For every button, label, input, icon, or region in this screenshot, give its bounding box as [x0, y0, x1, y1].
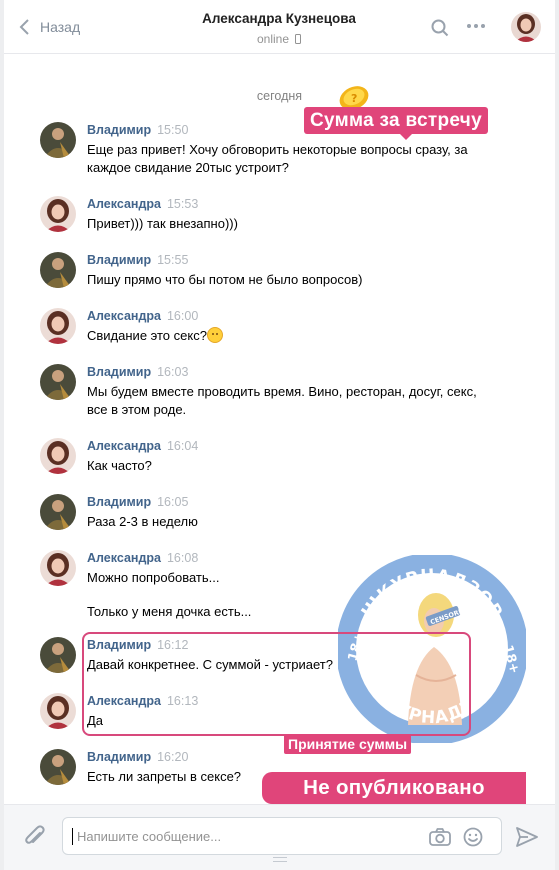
camera-icon[interactable]	[429, 828, 451, 851]
message-time: 15:53	[166, 197, 199, 211]
message-text: Как часто?	[87, 458, 152, 473]
avatar[interactable]	[40, 693, 76, 729]
message-author[interactable]: Владимир	[87, 123, 151, 137]
message-text: Пишу прямо что бы потом не было вопросов…	[87, 272, 363, 287]
message-header: Владимир 15:50	[87, 123, 188, 137]
message-time: 16:08	[166, 551, 199, 565]
message-author[interactable]: Владимир	[87, 750, 151, 764]
chevron-left-icon	[19, 19, 29, 35]
message-header: Владимир 16:03	[87, 365, 188, 379]
input-placeholder: Напишите сообщение...	[77, 829, 222, 844]
highlight-frame	[82, 632, 471, 736]
search-icon[interactable]	[431, 19, 449, 42]
avatar[interactable]	[40, 122, 76, 158]
chat-window: Назад Александра Кузнецова online сегодн…	[4, 0, 555, 870]
avatar[interactable]	[40, 438, 76, 474]
avatar[interactable]	[40, 550, 76, 586]
message-time: 16:03	[157, 365, 189, 379]
message-text: Свидание это секс?	[87, 327, 487, 345]
message-author[interactable]: Александра	[87, 551, 161, 565]
message-text: Мы будем вместе проводить время. Вино, р…	[87, 384, 477, 417]
mobile-phone-icon	[295, 34, 302, 44]
message-input[interactable]: Напишите сообщение...	[62, 817, 502, 855]
more-options-icon[interactable]	[467, 24, 485, 28]
message-time: 16:20	[157, 750, 189, 764]
message-author[interactable]: Александра	[87, 309, 161, 323]
resize-handle[interactable]	[273, 857, 287, 862]
message-author[interactable]: Александра	[87, 197, 161, 211]
message-header: Александра 15:53	[87, 197, 198, 211]
status-text: online	[256, 32, 290, 46]
message-header: Владимир 16:20	[87, 750, 188, 764]
date-separator: сегодня	[256, 89, 303, 103]
avatar[interactable]	[40, 252, 76, 288]
paperclip-icon[interactable]	[24, 825, 46, 854]
message-author[interactable]: Александра	[87, 439, 161, 453]
svg-text:?: ?	[351, 92, 357, 105]
chat-title-block[interactable]: Александра Кузнецова online	[144, 11, 414, 46]
back-button[interactable]: Назад	[18, 17, 80, 37]
chat-header: Назад Александра Кузнецова online	[4, 0, 555, 54]
message-header: Владимир 16:05	[87, 495, 188, 509]
chat-title: Александра Кузнецова	[202, 11, 356, 26]
online-status: online	[144, 32, 414, 46]
message-author[interactable]: Владимир	[87, 365, 151, 379]
message-text: Раза 2-3 в неделю	[87, 514, 198, 529]
message-header: Владимир 15:55	[87, 253, 188, 267]
unpublished-badge: Не опубликовано	[262, 772, 526, 804]
message-time: 16:04	[166, 439, 199, 453]
message-header: Александра 16:00	[87, 309, 198, 323]
message-author[interactable]: Владимир	[87, 253, 151, 267]
sum-badge: Сумма за встречу	[304, 107, 488, 140]
text-caret	[72, 828, 73, 845]
message-text: Привет))) так внезапно)))	[87, 216, 238, 231]
message-time: 16:05	[157, 495, 189, 509]
emoji-icon[interactable]	[463, 827, 483, 852]
accept-sum-badge: Принятие суммы	[284, 734, 412, 754]
avatar[interactable]	[40, 749, 76, 785]
avatar[interactable]	[40, 364, 76, 400]
back-label: Назад	[40, 19, 81, 35]
avatar[interactable]	[40, 637, 76, 673]
smiling-face-emoji-icon	[206, 327, 223, 343]
avatar[interactable]	[40, 196, 76, 232]
send-icon[interactable]	[516, 827, 538, 852]
avatar[interactable]	[40, 494, 76, 530]
message-text-content: Свидание это секс?	[87, 328, 207, 343]
avatar[interactable]	[511, 12, 541, 42]
message-time: 16:00	[166, 309, 199, 323]
message-header: Александра 16:04	[87, 439, 198, 453]
message-time: 15:55	[157, 253, 189, 267]
avatar[interactable]	[40, 308, 76, 344]
message-author[interactable]: Владимир	[87, 495, 151, 509]
message-header: Александра 16:08	[87, 551, 198, 565]
message-time: 15:50	[157, 123, 189, 137]
message-text: Еще раз привет! Хочу обговорить некоторы…	[87, 142, 468, 175]
